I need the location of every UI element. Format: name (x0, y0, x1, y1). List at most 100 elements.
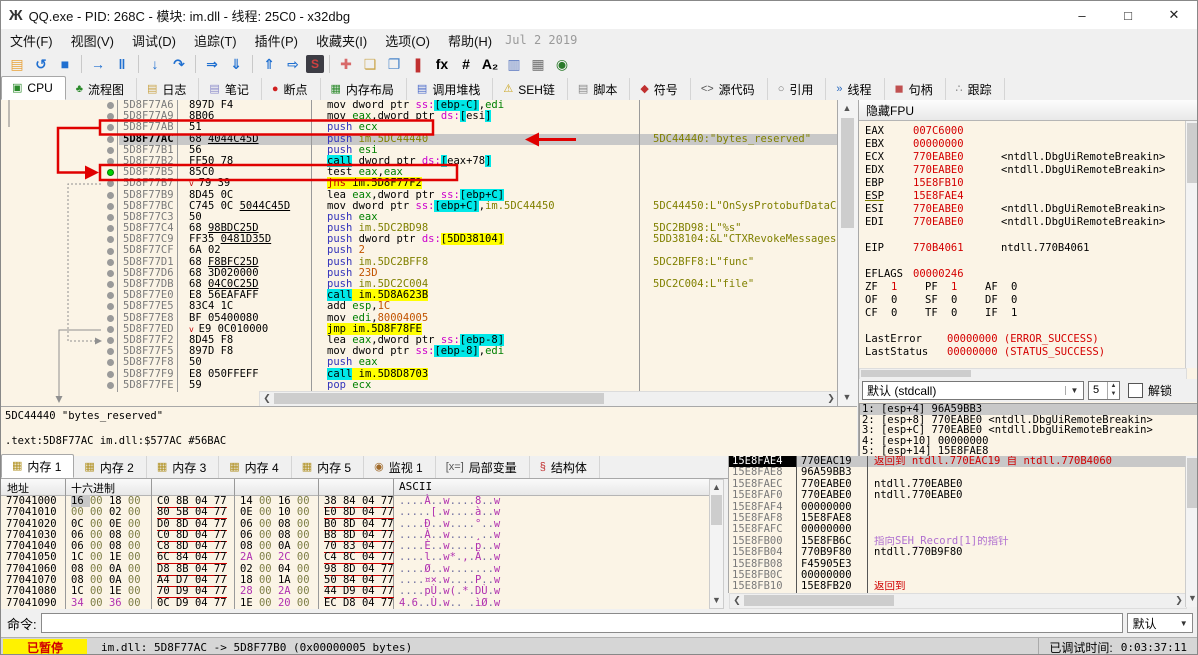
byte[interactable]: 36 (109, 597, 128, 609)
byte[interactable]: 2C (278, 551, 297, 563)
instruction-dot[interactable] (106, 337, 114, 345)
byte[interactable]: 2A (278, 585, 297, 597)
instruction-dot[interactable] (106, 325, 114, 333)
byte[interactable]: 08 (278, 529, 297, 541)
disasm-row[interactable]: 5D8F77FE 59 pop ecx (1, 379, 837, 391)
register-list[interactable]: EAX 007C6000 EBX 00000000 ECX 770EABE0 <ntdll.… (865, 125, 1185, 385)
byte[interactable]: 00 (297, 585, 310, 597)
command-input[interactable] (40, 613, 1123, 633)
byte[interactable]: 00 (297, 574, 310, 586)
byte[interactable]: 77 (213, 596, 227, 609)
stack-vertical-scrollbar[interactable]: ▼ (1185, 456, 1197, 607)
register-row[interactable]: ZF 1 PF 1 AF 0 (865, 281, 1185, 294)
tab-watch1[interactable]: ◉ 监视 1 (364, 456, 436, 478)
disasm-row[interactable]: 5D8F77F9 E8 050FFEFF call im.5D8D8703 (1, 367, 837, 380)
byte[interactable]: EC (324, 596, 343, 609)
menu-item-1[interactable]: 视图(V) (62, 29, 123, 52)
instruction-dot[interactable] (106, 113, 114, 121)
stack-row[interactable]: 15E8FAEC 770EABE0 ntdll.770EABE0 (729, 478, 1185, 491)
tab-dump2[interactable]: ▦ 内存 2 (74, 456, 147, 478)
byte[interactable]: 00 (297, 529, 310, 541)
hash-icon[interactable]: # (455, 54, 477, 74)
byte[interactable]: 0A (109, 574, 128, 586)
byte[interactable]: 00 (297, 551, 310, 563)
byte[interactable]: 00 (259, 506, 278, 518)
byte[interactable]: 16 (278, 495, 297, 507)
calculator-icon[interactable]: ▦ (527, 54, 549, 74)
close-button[interactable]: ✕ (1151, 1, 1197, 29)
stack-row[interactable]: 15E8FB00 15E8FB6C 指向SEH_Record[1]的指针 (729, 535, 1185, 548)
breakpoint-dot[interactable] (106, 169, 114, 177)
patch-icon[interactable]: ✚ (335, 54, 357, 74)
tab-locals[interactable]: [x=] 局部变量 (436, 456, 530, 478)
stack-row[interactable]: 15E8FAF4 00000000 (729, 501, 1185, 513)
register-row[interactable]: ESI 770EABE0 <ntdll.DbgUiRemoteBreakin> (865, 203, 1185, 216)
step-out-icon[interactable]: ⇑ (258, 54, 280, 74)
open-file-icon[interactable]: ▤ (6, 54, 28, 74)
byte[interactable]: 00 (259, 518, 278, 530)
register-row[interactable]: ESP 15E8FAE4 (865, 190, 1185, 203)
instruction-dot[interactable] (106, 124, 114, 132)
stack-row[interactable]: 15E8FAFC 00000000 (729, 523, 1185, 536)
tab-breakpoints[interactable]: ● 断点 (262, 78, 321, 100)
instruction-dot[interactable] (106, 102, 114, 110)
calling-convention-select[interactable]: 默认 (stdcall) ▼ (862, 381, 1084, 400)
instruction-dot[interactable] (106, 213, 114, 221)
byte[interactable]: 06 (71, 540, 90, 552)
byte[interactable]: 00 (259, 551, 278, 563)
byte[interactable]: 04 (361, 596, 381, 609)
menu-item-3[interactable]: 追踪(T) (185, 29, 246, 52)
tab-struct[interactable]: § 结构体 (530, 456, 600, 478)
stack-row[interactable]: 15E8FAF0 770EABE0 ntdll.770EABE0 (729, 489, 1185, 502)
menu-item-6[interactable]: 选项(O) (376, 29, 439, 52)
run-to-user-code-icon[interactable]: ⇨ (282, 54, 304, 74)
register-row[interactable]: EFLAGS 00000246 (865, 268, 1185, 281)
byte[interactable]: 0E (240, 506, 259, 518)
register-row[interactable]: EIP 770B4061 ntdll.770B4061 (865, 242, 1185, 255)
comment-icon[interactable]: ❏ (359, 54, 381, 74)
call-arguments-list[interactable]: 1: [esp+4] 96A59BB3 2: [esp+8] 770EABE0 <… (859, 403, 1197, 458)
register-row[interactable]: EAX 007C6000 (865, 125, 1185, 138)
byte[interactable]: 0E (109, 518, 128, 530)
function-icon[interactable]: fx (431, 54, 453, 74)
byte[interactable]: 18 (109, 495, 128, 507)
menu-item-7[interactable]: 帮助(H) (439, 29, 501, 52)
byte[interactable]: 00 (90, 495, 109, 507)
instruction-dot[interactable] (106, 348, 114, 356)
restart-icon[interactable]: ↺ (30, 54, 52, 74)
tab-dump5[interactable]: ▦ 内存 5 (292, 456, 365, 478)
instruction-dot[interactable] (106, 247, 114, 255)
registers-vertical-scrollbar[interactable] (1185, 121, 1197, 368)
instruction-dot[interactable] (106, 281, 114, 289)
byte[interactable]: 1E (109, 551, 128, 563)
spinner-arrows-icon[interactable]: ▲ ▼ (1107, 382, 1119, 399)
byte[interactable]: 02 (240, 563, 259, 575)
byte[interactable]: 00 (259, 585, 278, 597)
dump-row[interactable]: 77041090 34 00 36 00 0C D9 04 77 1E 00 20 0… (1, 596, 709, 609)
maximize-button[interactable]: □ (1105, 1, 1151, 29)
byte[interactable]: 00 (90, 529, 109, 541)
byte[interactable]: 00 (297, 563, 310, 575)
instruction-dot[interactable] (106, 191, 114, 199)
pause-icon[interactable]: ‖ (111, 54, 133, 74)
byte[interactable]: 00 (128, 585, 141, 597)
byte[interactable]: 00 (128, 506, 141, 518)
byte[interactable]: 00 (128, 574, 141, 586)
byte[interactable]: 00 (259, 597, 278, 609)
disassembly-view[interactable]: 5D8F77A6 897D F4 mov dword ptr ss:[ebp-C],… (1, 100, 837, 406)
byte[interactable]: 00 (90, 574, 109, 586)
byte[interactable]: D9 (175, 596, 195, 609)
byte[interactable]: 34 (71, 597, 90, 609)
byte[interactable]: 08 (240, 540, 259, 552)
stack-view[interactable]: 15E8FAE4 770EAC19 返回到 ntdll.770EAC19 自 ntd… (728, 456, 1185, 593)
unlock-checkbox[interactable] (1128, 383, 1143, 398)
menu-item-2[interactable]: 调试(D) (123, 29, 185, 52)
hide-fpu-button[interactable]: 隐藏FPU (859, 100, 1197, 121)
tab-memory-map[interactable]: ▦ 内存布局 (321, 78, 407, 100)
byte[interactable]: 16 (71, 495, 90, 507)
stack-row[interactable]: 15E8FB04 770B9F80 ntdll.770B9F80 (729, 546, 1185, 559)
byte[interactable]: 04 (194, 596, 214, 609)
menu-item-4[interactable]: 插件(P) (246, 29, 307, 52)
byte[interactable]: 00 (90, 551, 109, 563)
stack-row[interactable]: 15E8FB08 F45905E3 (729, 558, 1185, 570)
